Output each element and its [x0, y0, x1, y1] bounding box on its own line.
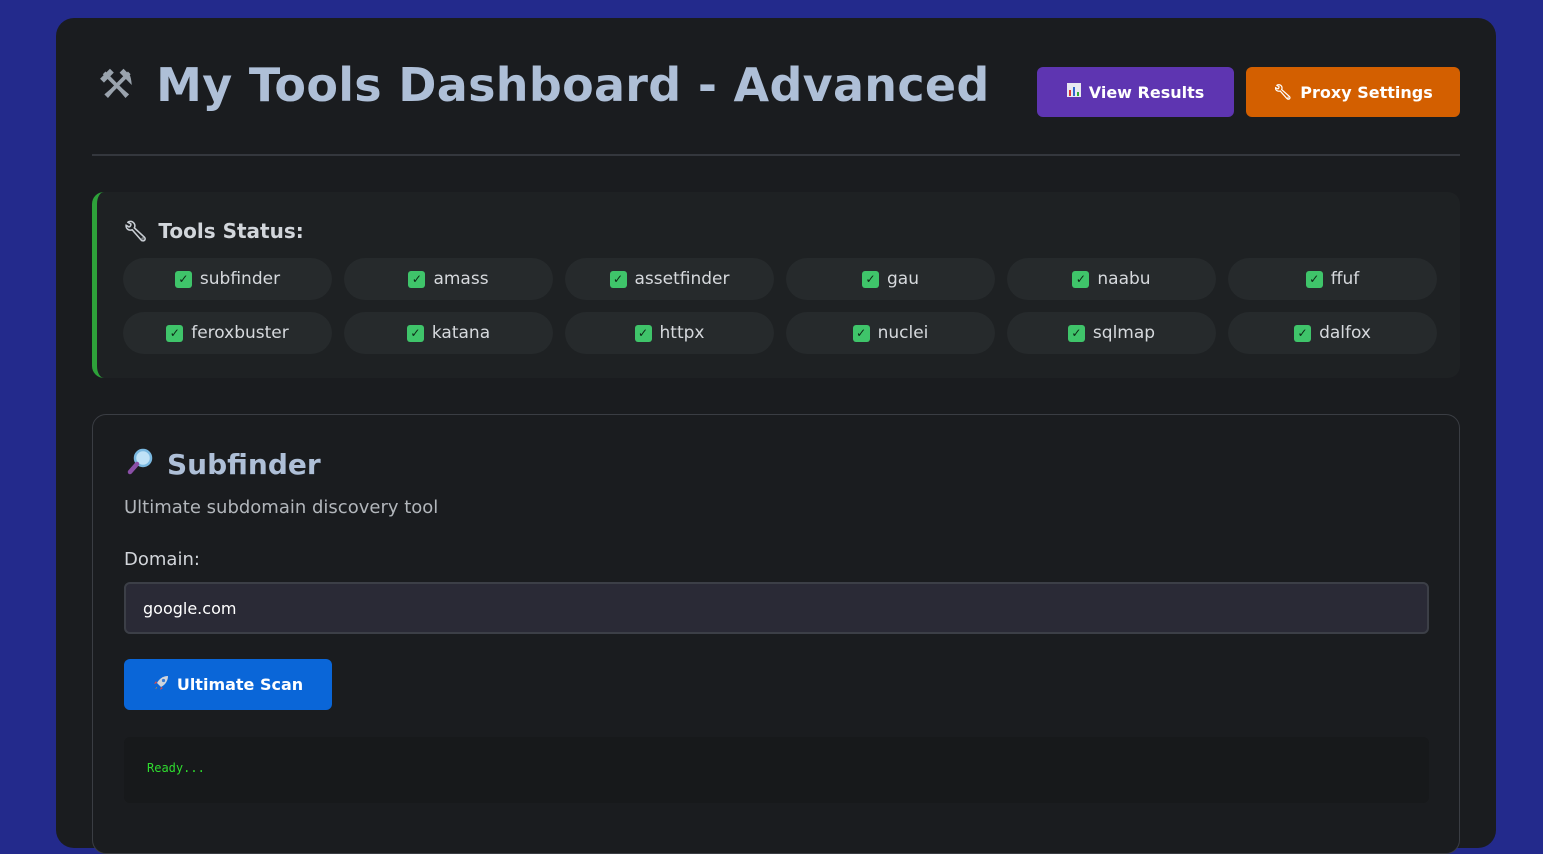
tool-status-label: nuclei: [877, 323, 929, 343]
view-results-label: View Results: [1088, 82, 1205, 102]
tool-status-feroxbuster: ✓ feroxbuster: [123, 312, 332, 354]
check-icon: ✓: [408, 270, 426, 288]
wrench-icon: 🔧︎: [123, 219, 149, 243]
page-title-text: My Tools Dashboard - Advanced: [156, 58, 990, 112]
tool-card-title: Subfinder: [127, 447, 321, 481]
check-icon: ✓: [609, 270, 627, 288]
check-icon: ✓: [862, 270, 879, 288]
hammer-wrench-icon: ⚒: [98, 62, 135, 108]
tool-status-sqlmap: ✓ sqlmap: [1007, 312, 1216, 354]
domain-label: Domain:: [124, 549, 200, 570]
tool-status-label: naabu: [1097, 269, 1151, 289]
view-results-button[interactable]: View Results: [1037, 67, 1234, 117]
magnifier-icon: [127, 447, 155, 481]
check-icon: ✓: [852, 324, 870, 342]
tools-status-title-text: Tools Status:: [158, 219, 304, 243]
dashboard-header: ⚒ My Tools Dashboard - Advanced View Res…: [92, 18, 1460, 156]
tool-status-label: amass: [433, 269, 489, 289]
proxy-settings-button[interactable]: 🔧︎ Proxy Settings: [1246, 67, 1460, 117]
tool-status-label: httpx: [659, 323, 705, 343]
check-icon: ✓: [174, 270, 192, 288]
tool-status-nuclei: ✓ nuclei: [786, 312, 995, 354]
tool-status-httpx: ✓ httpx: [565, 312, 774, 354]
subfinder-card: Subfinder Ultimate subdomain discovery t…: [92, 414, 1460, 854]
proxy-settings-label: Proxy Settings: [1300, 82, 1433, 102]
tool-status-dalfox: ✓ dalfox: [1228, 312, 1437, 354]
tool-status-ffuf: ✓ ffuf: [1228, 258, 1437, 300]
tool-status-label: subfinder: [199, 269, 281, 289]
tool-status-label: sqlmap: [1092, 323, 1156, 343]
scan-output: Ready...: [124, 737, 1429, 803]
tool-status-naabu: ✓ naabu: [1007, 258, 1216, 300]
wrench-icon: 🔧︎: [1273, 83, 1293, 101]
tool-status-label: feroxbuster: [191, 323, 289, 343]
check-icon: ✓: [1067, 324, 1085, 342]
tool-status-label: ffuf: [1330, 269, 1360, 289]
domain-input[interactable]: [124, 582, 1429, 634]
check-icon: ✓: [1305, 270, 1323, 288]
tools-status-grid: ✓ subfinder ✓ amass ✓ assetfinder ✓ gau ✓ naabu ✓ f…: [123, 258, 1437, 354]
check-icon: ✓: [1294, 324, 1312, 342]
tool-card-description: Ultimate subdomain discovery tool: [124, 497, 439, 518]
ultimate-scan-button[interactable]: Ultimate Scan: [124, 659, 332, 710]
tool-status-label: dalfox: [1319, 323, 1371, 343]
page-title: ⚒ My Tools Dashboard - Advanced: [98, 58, 990, 112]
header-actions: View Results 🔧︎ Proxy Settings: [1037, 67, 1460, 117]
bar-chart-icon: [1066, 83, 1081, 101]
rocket-icon: [153, 675, 169, 695]
tool-status-label: gau: [887, 269, 919, 289]
tools-status-section: 🔧︎ Tools Status: ✓ subfinder ✓ amass ✓ assetf…: [92, 192, 1460, 378]
tool-card-title-text: Subfinder: [167, 447, 321, 481]
tool-status-katana: ✓ katana: [344, 312, 553, 354]
tool-status-assetfinder: ✓ assetfinder: [565, 258, 774, 300]
check-icon: ✓: [634, 324, 652, 342]
tool-status-gau: ✓ gau: [786, 258, 995, 300]
check-icon: ✓: [1072, 270, 1090, 288]
check-icon: ✓: [166, 324, 184, 342]
tools-status-title: 🔧︎ Tools Status:: [123, 216, 1436, 246]
tool-status-subfinder: ✓ subfinder: [123, 258, 332, 300]
tool-status-amass: ✓ amass: [344, 258, 553, 300]
ultimate-scan-label: Ultimate Scan: [176, 675, 304, 694]
scan-output-text: Ready...: [147, 761, 205, 775]
tool-status-label: katana: [431, 323, 491, 343]
dashboard-panel: ⚒ My Tools Dashboard - Advanced View Res…: [56, 18, 1496, 854]
check-icon: ✓: [406, 324, 424, 342]
tool-status-label: assetfinder: [634, 269, 730, 289]
